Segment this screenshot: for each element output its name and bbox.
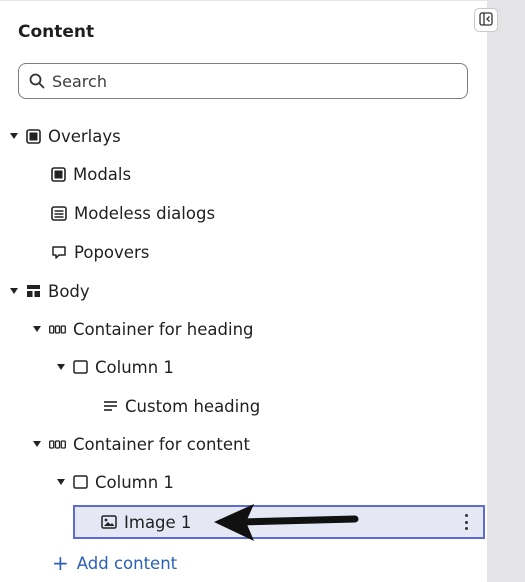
add-content-button[interactable]: + Add content: [52, 548, 177, 578]
tree-item-modals[interactable]: Modals: [51, 159, 131, 189]
tree-item-label: Image 1: [124, 512, 192, 532]
tree-item-image-1[interactable]: Image 1: [101, 507, 191, 537]
image-icon: [101, 515, 117, 529]
container-icon: [49, 439, 66, 449]
tree-item-container-heading[interactable]: Container for heading: [33, 314, 254, 344]
more-vertical-icon[interactable]: [463, 514, 469, 530]
caret-down-icon[interactable]: [57, 364, 65, 370]
tree-item-overlays[interactable]: Overlays: [10, 121, 121, 151]
container-icon: [49, 324, 66, 334]
sidebar-strip: [487, 0, 525, 582]
plus-icon: +: [52, 551, 69, 575]
search-input[interactable]: Search: [18, 63, 468, 99]
column-icon: [73, 360, 88, 374]
modeless-dialog-icon: [51, 205, 67, 221]
tree-item-label: Popovers: [74, 242, 150, 262]
tree-item-popovers[interactable]: Popovers: [51, 237, 149, 267]
overlay-icon: [26, 128, 41, 144]
caret-down-icon[interactable]: [33, 441, 41, 447]
column-icon: [73, 475, 88, 489]
tree-item-label: Overlays: [48, 126, 121, 146]
tree-item-label: Modals: [73, 164, 132, 184]
tree-item-body[interactable]: Body: [10, 276, 90, 306]
caret-down-icon[interactable]: [33, 326, 41, 332]
panel-title: Content: [18, 22, 95, 42]
collapse-panel-button[interactable]: [474, 8, 498, 32]
text-lines-icon: [103, 400, 118, 413]
search-icon: [29, 73, 45, 89]
caret-down-icon[interactable]: [57, 479, 65, 485]
tree-item-modeless-dialogs[interactable]: Modeless dialogs: [51, 198, 215, 228]
caret-down-icon[interactable]: [10, 288, 18, 294]
tree-item-label: Body: [48, 281, 90, 301]
tree-item-container-content[interactable]: Container for content: [33, 429, 250, 459]
top-divider: [0, 0, 487, 1]
tree-item-label: Column 1: [95, 472, 174, 492]
search-placeholder: Search: [52, 71, 107, 91]
tree-item-column-1-content[interactable]: Column 1: [57, 467, 174, 497]
tree-item-label: Custom heading: [125, 396, 261, 416]
tree-item-custom-heading[interactable]: Custom heading: [103, 391, 260, 421]
add-content-label: Add content: [76, 553, 178, 573]
tree-item-label: Column 1: [95, 357, 174, 377]
tree-item-column-1-heading[interactable]: Column 1: [57, 352, 174, 382]
collapse-panel-icon: [479, 11, 493, 30]
caret-down-icon[interactable]: [10, 133, 18, 139]
tree-item-label: Container for heading: [73, 319, 254, 339]
content-panel: Content Search Overlays Modals Modeless …: [0, 0, 487, 582]
body-layout-icon: [26, 284, 41, 298]
annotation-arrow-icon: [214, 504, 359, 541]
tree-item-label: Modeless dialogs: [74, 203, 216, 223]
tree-item-label: Container for content: [73, 434, 250, 454]
popover-icon: [51, 245, 67, 260]
modal-icon: [51, 166, 66, 182]
